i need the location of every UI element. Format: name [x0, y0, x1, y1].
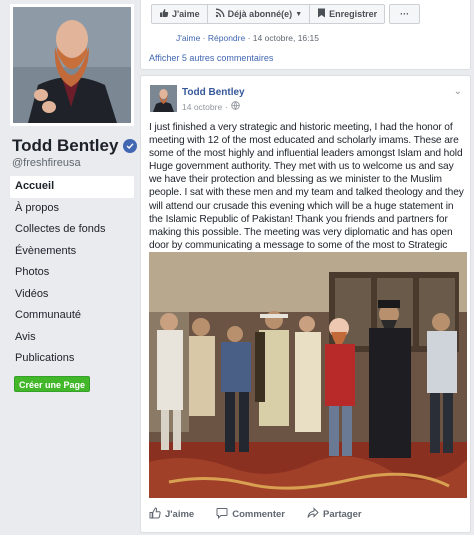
save-button[interactable]: Enregistrer — [310, 4, 386, 24]
post-author-avatar[interactable] — [150, 85, 177, 112]
sidebar-item-collectes[interactable]: Collectes de fonds — [10, 219, 134, 241]
post-comment-label: Commenter — [232, 508, 285, 520]
post-date[interactable]: 14 octobre — [182, 102, 222, 112]
previous-post-footer: J'aime Déjà abonné(e) ▼ Enregistrer ··· … — [140, 0, 471, 70]
profile-photo-image — [13, 7, 131, 123]
comment-timestamp[interactable]: 14 octobre, 16:15 — [253, 33, 319, 43]
post-body-text: I just finished a very strategic and his… — [149, 122, 464, 264]
sidebar-item-a-propos[interactable]: À propos — [10, 198, 134, 220]
subscribed-dropdown[interactable]: Déjà abonné(e) ▼ — [207, 4, 311, 24]
sidebar-item-communaute[interactable]: Communauté — [10, 305, 134, 327]
page-action-bar: J'aime Déjà abonné(e) ▼ Enregistrer ··· — [151, 4, 421, 24]
thumbs-up-icon — [159, 8, 169, 20]
like-page-label: J'aime — [172, 9, 200, 19]
post-share-button[interactable]: Partager — [307, 506, 362, 522]
globe-icon — [231, 101, 240, 112]
sidebar-item-avis[interactable]: Avis — [10, 327, 134, 349]
post-share-label: Partager — [323, 508, 362, 520]
profile-photo[interactable] — [10, 4, 134, 126]
comment-like-link[interactable]: J'aime — [176, 33, 200, 43]
sidebar-item-publications[interactable]: Publications — [10, 348, 134, 370]
comment-reply-link[interactable]: Répondre — [208, 33, 245, 43]
rss-icon — [215, 8, 225, 20]
post-actions: J'aime Commenter Partager — [141, 502, 470, 526]
sidebar-item-evenements[interactable]: Évènements — [10, 241, 134, 263]
post-author-name[interactable]: Todd Bentley — [182, 87, 245, 98]
post-comment-button[interactable]: Commenter — [216, 507, 285, 522]
post-photo[interactable] — [149, 252, 467, 498]
profile-name: Todd Bentley — [12, 136, 119, 155]
post-like-button[interactable]: J'aime — [149, 506, 195, 522]
save-label: Enregistrer — [329, 9, 378, 19]
sidebar-nav: Accueil À propos Collectes de fonds Évèn… — [10, 176, 134, 370]
post-like-label: J'aime — [165, 508, 195, 520]
more-options-button[interactable]: ··· — [389, 4, 421, 24]
subscribed-label: Déjà abonné(e) — [227, 9, 293, 19]
sidebar-item-photos[interactable]: Photos — [10, 262, 134, 284]
post-meta: 14 octobre · — [182, 101, 240, 112]
verified-badge-icon — [123, 139, 138, 153]
comment-actions: J'aime · Répondre · 14 octobre, 16:15 — [176, 33, 319, 43]
show-more-comments-link[interactable]: Afficher 5 autres commentaires — [149, 53, 273, 63]
post-card: Todd Bentley 14 octobre · ⌄ I just finis… — [140, 75, 471, 533]
page-title: Todd Bentley — [12, 136, 138, 156]
sidebar-item-videos[interactable]: Vidéos — [10, 284, 134, 306]
caret-down-icon: ▼ — [295, 10, 303, 18]
like-page-button[interactable]: J'aime — [151, 4, 208, 24]
group-photo-image — [149, 252, 467, 498]
post-options-chevron-icon[interactable]: ⌄ — [454, 86, 462, 97]
sidebar-item-accueil[interactable]: Accueil — [10, 176, 134, 198]
speech-bubble-icon — [216, 507, 228, 522]
profile-handle[interactable]: @freshfireusa — [12, 157, 81, 169]
thumbs-up-icon — [149, 506, 161, 522]
bookmark-icon — [317, 8, 326, 20]
share-arrow-icon — [307, 506, 319, 522]
create-page-button[interactable]: Créer une Page — [14, 376, 91, 392]
